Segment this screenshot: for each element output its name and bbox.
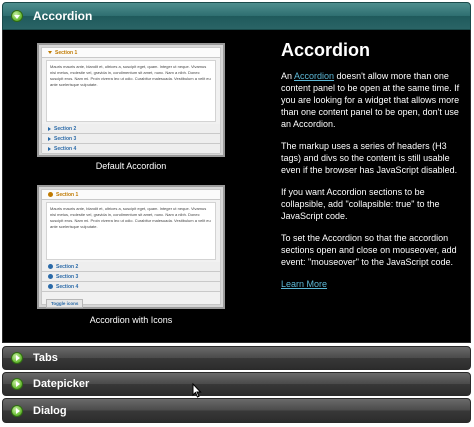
- thumb-section-3: Section 3: [42, 134, 220, 144]
- collapsible-paragraph: If you want Accordion sections to be col…: [281, 187, 440, 221]
- accordion-link[interactable]: Accordion: [294, 71, 334, 81]
- thumb-section-1-body: Mauris mauris ante, blandit et, ultrices…: [46, 60, 216, 122]
- collapsed-circle-icon: [11, 404, 23, 417]
- panel-title: Accordion: [281, 40, 371, 60]
- thumb-section-2: Section 2: [42, 124, 220, 134]
- toggle-icons-button: Toggle icons: [46, 299, 84, 308]
- datepicker-header-label: Datepicker: [33, 378, 90, 390]
- icons-accordion-caption: Accordion with Icons: [89, 315, 173, 325]
- accordion-header[interactable]: Accordion: [2, 2, 471, 30]
- thumb-icons-section-2: Section 2: [42, 262, 220, 272]
- collapsed-circle-icon: [11, 352, 23, 364]
- accordion-panel: Section 1 Mauris mauris ante, blandit et…: [2, 30, 471, 343]
- intro-paragraph: An Accordion doesn't allow more than one…: [281, 71, 460, 129]
- expanded-circle-icon: [11, 10, 23, 22]
- tabs-header-label: Tabs: [33, 352, 58, 364]
- mouse-pointer-icon: [192, 383, 202, 398]
- datepicker-header[interactable]: Datepicker: [2, 372, 471, 396]
- default-accordion-screenshot[interactable]: Section 1 Mauris mauris ante, blandit et…: [37, 43, 225, 157]
- collapsed-circle-icon: [11, 378, 23, 390]
- dialog-header-label: Dialog: [33, 404, 67, 417]
- thumb-section-4: Section 4: [42, 144, 220, 154]
- markup-paragraph: The markup uses a series of headers (H3 …: [281, 141, 458, 175]
- thumb-section-1: Section 1: [42, 48, 220, 58]
- thumb-icons-section-1: Section 1: [42, 190, 220, 200]
- dialog-header[interactable]: Dialog: [2, 398, 471, 423]
- accordion-description: Accordion An Accordion doesn't allow mor…: [281, 38, 467, 300]
- mouseover-paragraph: To set the Accordion so that the accordi…: [281, 233, 457, 267]
- learn-more-link[interactable]: Learn More: [281, 279, 327, 289]
- default-accordion-caption: Default Accordion: [95, 161, 167, 171]
- icons-accordion-screenshot[interactable]: Section 1 Mauris mauris ante, blandit et…: [37, 185, 225, 309]
- tabs-header[interactable]: Tabs: [2, 346, 471, 370]
- thumb-icons-section-4: Section 4: [42, 282, 220, 292]
- accordion-header-label: Accordion: [33, 9, 93, 23]
- thumb-icons-section-1-body: Mauris mauris ante, blandit et, ultrices…: [46, 202, 216, 260]
- thumb-icons-section-3: Section 3: [42, 272, 220, 282]
